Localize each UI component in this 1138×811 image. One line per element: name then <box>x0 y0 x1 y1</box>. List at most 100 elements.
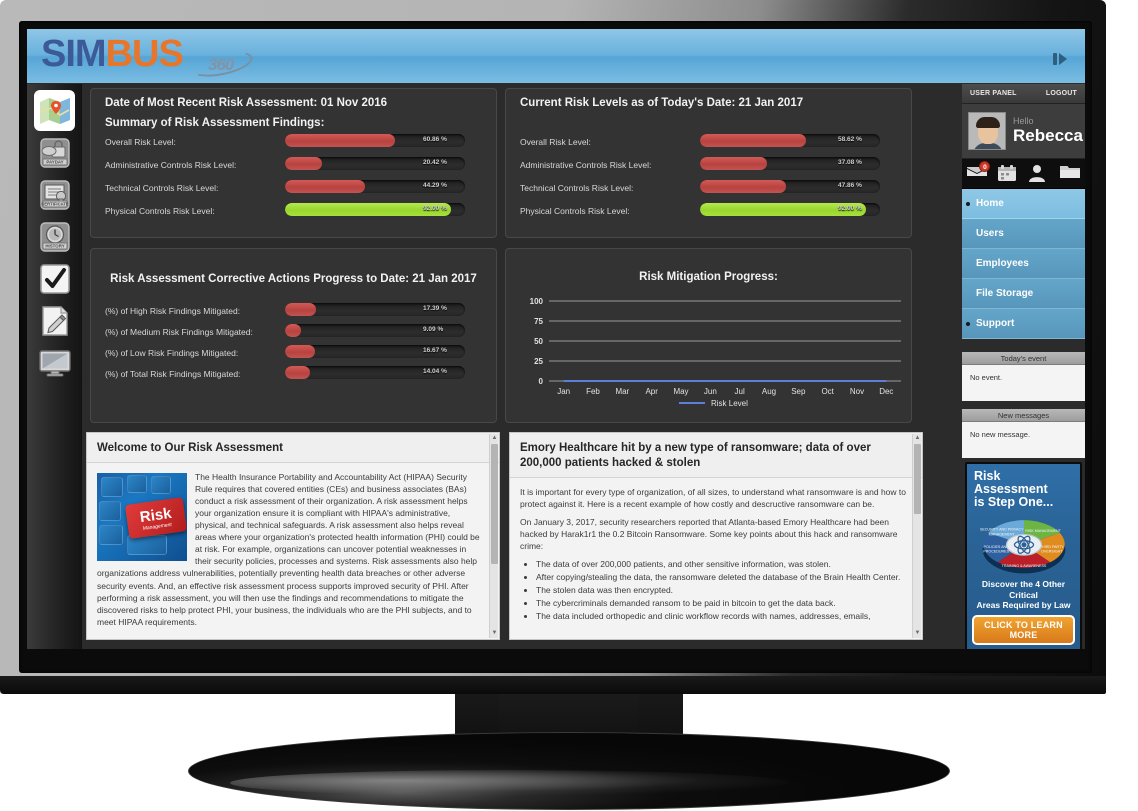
user-icon[interactable] <box>1028 164 1050 184</box>
risk-bar-label: Physical Controls Risk Level: <box>520 206 630 216</box>
left-icon-rail: PAYDAY CERTIFICATE HISTORY <box>27 84 82 649</box>
sidebar-item-employees[interactable]: Employees <box>962 249 1085 279</box>
collapse-panel-icon[interactable] <box>1051 51 1071 67</box>
app-logo[interactable]: SIMBUS 360 <box>41 33 255 82</box>
history-timer-icon[interactable]: HISTORY <box>36 218 73 255</box>
risk-bar-label: (%) of High Risk Findings Mitigated: <box>105 306 241 316</box>
chart-xtick-label: Feb <box>586 387 600 396</box>
summary-bar-list: Overall Risk Level: 60.86 % Administrative… <box>105 133 487 225</box>
chart-xtick-label: Nov <box>850 387 864 396</box>
chart-xtick-label: Jul <box>735 387 745 396</box>
sidebar-item-file-storage[interactable]: File Storage <box>962 279 1085 309</box>
risk-mitigation-line-chart: 0 25 50 75 100 Jan Feb Mar Apr May Jun Jul Aug Sep Oct… <box>530 297 901 408</box>
news-bullet-item: After copying/stealing the data, the ran… <box>536 571 906 583</box>
nav-bullet-icon <box>966 322 970 326</box>
risk-bar-value: 47.86 % <box>838 182 862 189</box>
new-messages-section: New messages No new message. <box>962 409 1085 458</box>
risk-bar-fill <box>285 324 302 337</box>
chart-xtick-label: May <box>673 387 688 396</box>
risk-key-label: Risk Management <box>124 497 187 539</box>
current-bar-list: Overall Risk Level: 58.62 % Administrative… <box>520 133 902 225</box>
news-panel-body: It is important for every type of organi… <box>510 477 922 639</box>
chart-xtick-label: Jan <box>557 387 570 396</box>
scroll-down-arrow[interactable]: ▼ <box>491 630 498 637</box>
svg-text:MANAGEMENT: MANAGEMENT <box>988 533 1015 537</box>
logo-bus-text: BUS <box>105 33 184 75</box>
risk-bar-fill <box>285 134 395 147</box>
chart-legend-label: Risk Level <box>711 399 748 408</box>
monitor-frame: SIMBUS 360 PAYDAY CERTIFICATE HISTORY Da… <box>0 0 1138 811</box>
chart-xtick-label: Oct <box>821 387 834 396</box>
corrective-bar-list: (%) of High Risk Findings Mitigated: 17.3… <box>105 302 487 386</box>
ad-cta-button[interactable]: CLICK TO LEARN MORE <box>972 614 1075 645</box>
certificate-icon[interactable]: CERTIFICATE <box>36 176 73 213</box>
pencil-edit-icon[interactable] <box>36 302 73 339</box>
risk-bar-label: Overall Risk Level: <box>105 137 176 147</box>
ad-headline-line2: is Step One... <box>974 495 1054 510</box>
sidebar-item-label: File Storage <box>976 288 1034 299</box>
risk-bar-fill <box>285 345 315 358</box>
logo-sim-text: SIM <box>41 33 107 75</box>
ad-banner[interactable]: Risk Assessment is Step One... SECURITY … <box>965 462 1082 649</box>
chart-xtick-label: Dec <box>879 387 893 396</box>
user-panel-header: USER PANEL LOGOUT <box>962 84 1085 104</box>
news-panel-title: Emory Healthcare hit by a new type of ra… <box>510 433 922 478</box>
today-event-section: Today's event No event. <box>962 352 1085 401</box>
user-panel-label: USER PANEL <box>970 90 1017 97</box>
ad-pie-diagram: SECURITY AND PRIVACY MANAGEMENT RISK MAN… <box>976 513 1072 575</box>
svg-text:CERTIFICATE: CERTIFICATE <box>41 201 69 206</box>
welcome-panel-body: Risk Management The Health Insurance Por… <box>87 462 499 639</box>
risk-bar-row: Technical Controls Risk Level: 47.86 % <box>520 179 902 202</box>
risk-bar-row: Physical Controls Risk Level: 92.00 % <box>520 202 902 225</box>
svg-text:HISTORY: HISTORY <box>45 243 64 248</box>
monitor-bezel-bottom <box>0 676 1106 694</box>
sidebar-item-users[interactable]: Users <box>962 219 1085 249</box>
news-scroll-down-arrow[interactable]: ▼ <box>914 630 921 637</box>
risk-bar-value: 16.67 % <box>423 347 447 354</box>
risk-bar-row: Overall Risk Level: 58.62 % <box>520 133 902 156</box>
user-panel: USER PANEL LOGOUT Hello Rebecca 0 Home U… <box>962 84 1085 649</box>
risk-bar-value: 60.86 % <box>423 136 447 143</box>
monitor-icon[interactable] <box>36 344 73 381</box>
risk-bar-row: Overall Risk Level: 60.86 % <box>105 133 487 156</box>
checkmark-icon[interactable] <box>36 260 73 297</box>
news-scrollbar[interactable]: ▲ ▼ <box>912 434 921 638</box>
news-scroll-up-arrow[interactable]: ▲ <box>914 435 921 442</box>
logo-360-text: 360 <box>208 55 234 74</box>
folder-icon[interactable] <box>1059 164 1081 184</box>
chart-ytick-label: 25 <box>534 357 543 366</box>
sidebar-item-home[interactable]: Home <box>962 189 1085 219</box>
app-header: SIMBUS 360 <box>27 29 1085 84</box>
sidebar-item-label: Employees <box>976 258 1029 269</box>
risk-bar-row: Administrative Controls Risk Level: 37.08… <box>520 156 902 179</box>
new-messages-text: No new message. <box>962 422 1085 458</box>
risk-bar-row: (%) of Total Risk Findings Mitigated: 14.… <box>105 365 487 386</box>
calendar-icon[interactable] <box>997 164 1019 184</box>
risk-bar-row: (%) of Low Risk Findings Mitigated: 16.67… <box>105 344 487 365</box>
summary-subtitle: Summary of Risk Assessment Findings: <box>105 117 325 129</box>
sidebar-item-support[interactable]: Support <box>962 309 1085 339</box>
risk-bar-row: (%) of Medium Risk Findings Mitigated: 9.… <box>105 323 487 344</box>
risk-bar-fill <box>285 180 365 193</box>
news-scroll-thumb[interactable] <box>914 444 921 514</box>
mail-icon[interactable]: 0 <box>966 160 991 184</box>
news-bullet-item: The cybercriminals demanded ransom to be… <box>536 597 906 609</box>
welcome-scroll-thumb[interactable] <box>491 444 498 564</box>
welcome-scrollbar[interactable]: ▲ ▼ <box>489 434 498 638</box>
risk-bar-fill <box>285 157 322 170</box>
risk-bar-value: 92.00 % <box>423 205 447 212</box>
risk-bar-label: Administrative Controls Risk Level: <box>520 160 652 170</box>
sidebar-item-label: Users <box>976 228 1004 239</box>
chart-xtick-label: Aug <box>762 387 776 396</box>
scroll-up-arrow[interactable]: ▲ <box>491 435 498 442</box>
risk-bar-value: 92.00 % <box>838 205 862 212</box>
risk-bar-fill <box>700 180 787 193</box>
chart-ytick-label: 0 <box>539 377 544 386</box>
payday-lock-icon[interactable]: PAYDAY <box>36 134 73 171</box>
risk-bar-row: Technical Controls Risk Level: 44.29 % <box>105 179 487 202</box>
map-icon[interactable] <box>36 92 73 129</box>
logout-button[interactable]: LOGOUT <box>1046 90 1077 97</box>
news-panel: Emory Healthcare hit by a new type of ra… <box>509 432 923 640</box>
news-bullet-list: The data of over 200,000 patients, and o… <box>536 558 906 622</box>
svg-text:TRAINING & AWARENESS: TRAINING & AWARENESS <box>1001 564 1046 568</box>
